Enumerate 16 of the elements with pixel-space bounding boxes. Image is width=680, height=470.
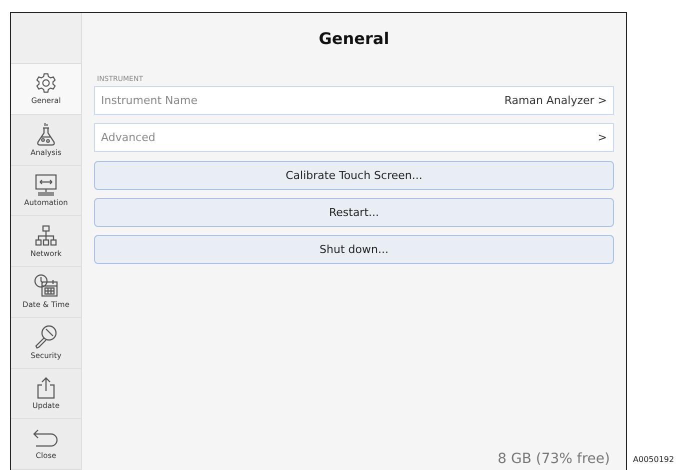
flask-icon xyxy=(35,122,57,146)
return-arrow-icon xyxy=(33,428,59,449)
action-button[interactable]: Shut down... xyxy=(94,235,614,264)
figure-code: A0050192 xyxy=(633,455,674,464)
clock-calendar-icon xyxy=(33,274,59,298)
page-title: General xyxy=(318,28,390,50)
gear-icon xyxy=(35,72,57,94)
settings-row[interactable]: Instrument Name Raman Analyzer > xyxy=(94,86,614,115)
action-button[interactable]: Restart... xyxy=(94,198,614,227)
monitor-icon xyxy=(34,174,58,196)
settings-row[interactable]: Advanced > xyxy=(94,123,614,152)
action-button[interactable]: Calibrate Touch Screen... xyxy=(94,161,614,190)
key-icon xyxy=(34,325,58,350)
storage-info: 8 GB (73% free) xyxy=(498,451,610,467)
upload-icon xyxy=(36,376,56,399)
network-icon xyxy=(35,224,57,247)
